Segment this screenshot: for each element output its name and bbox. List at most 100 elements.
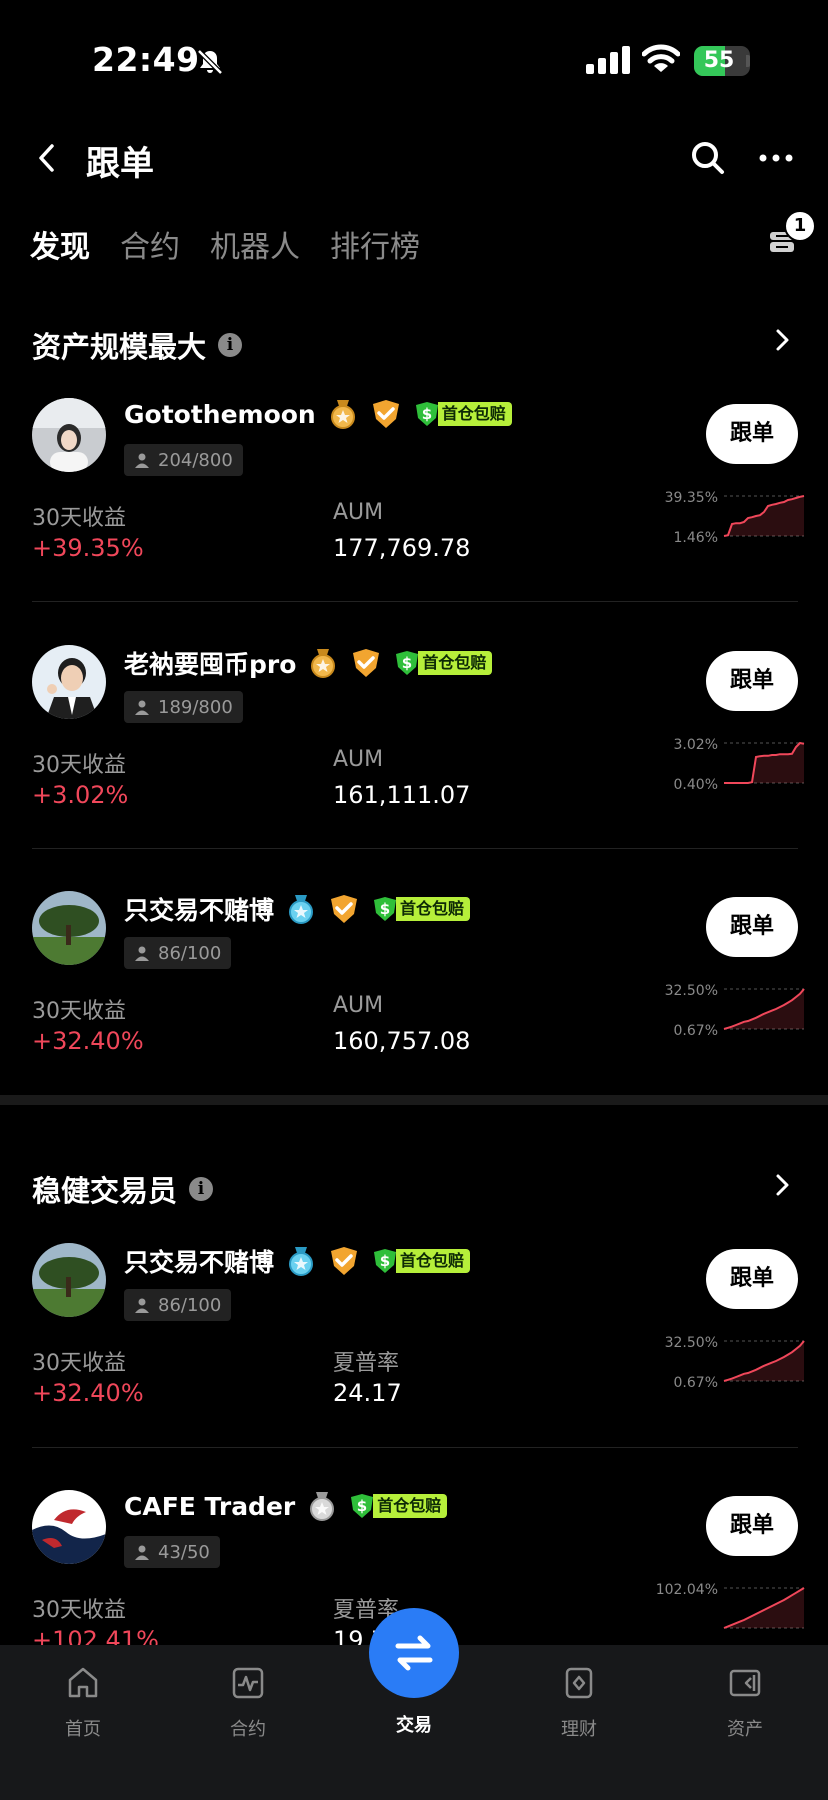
- follower-count-text: 189/800: [158, 696, 233, 718]
- follower-count: 43/50: [124, 1536, 220, 1568]
- follow-button[interactable]: 跟单: [706, 1496, 798, 1556]
- trader-name[interactable]: CAFE Trader: [124, 1492, 295, 1521]
- avatar[interactable]: [32, 1490, 106, 1564]
- spark-low-label: 0.67%: [673, 1375, 718, 1391]
- metric-label: AUM: [333, 747, 384, 772]
- battery-indicator: 55: [694, 46, 750, 76]
- return-label: 30天收益: [32, 999, 126, 1024]
- medal-icon: [289, 1247, 314, 1276]
- trader-name[interactable]: 老衲要囤币pro: [124, 645, 296, 681]
- spark-high-label: 102.04%: [655, 1582, 718, 1598]
- guarantee-badge: $ 首仓包赔: [414, 401, 512, 427]
- verified-shield-icon: [331, 895, 358, 923]
- trade-fab-button[interactable]: [369, 1608, 459, 1698]
- avatar[interactable]: [32, 891, 106, 965]
- trader-name-row: Gotothemoon $ 首仓包赔: [124, 398, 512, 430]
- return-value: +39.35%: [32, 534, 144, 562]
- trader-name-row: 只交易不赌博 $ 首仓包赔: [124, 1243, 471, 1279]
- svg-text:$: $: [380, 900, 390, 918]
- trader-card[interactable]: Gotothemoon $ 首仓包赔 204/800 跟单 30天收益 +39.35% AUM…: [0, 398, 828, 638]
- medal-icon: [289, 895, 314, 924]
- trader-name-row: 老衲要囤币pro $ 首仓包赔: [124, 645, 493, 681]
- spark-high-label: 32.50%: [664, 983, 718, 999]
- follower-count: 86/100: [124, 1289, 232, 1321]
- trader-name[interactable]: 只交易不赌博: [124, 1243, 274, 1279]
- dollar-shield-icon: $: [351, 1494, 374, 1518]
- follower-count: 189/800: [124, 691, 243, 723]
- svg-text:$: $: [380, 1252, 390, 1270]
- metric-value: 24.17: [333, 1379, 402, 1407]
- return-value: +3.02%: [32, 781, 129, 809]
- spark-high-label: 3.02%: [673, 737, 718, 753]
- avatar[interactable]: [32, 645, 106, 719]
- finance-icon: [565, 1667, 593, 1699]
- verified-shield-icon: [331, 1247, 358, 1275]
- performance-sparkline: [723, 988, 805, 1030]
- return-value: +32.40%: [32, 1027, 144, 1055]
- medal-icon: [311, 649, 336, 678]
- info-icon[interactable]: i: [189, 1177, 214, 1201]
- dollar-shield-icon: $: [396, 651, 419, 675]
- follower-count: 86/100: [124, 937, 232, 969]
- info-icon[interactable]: i: [218, 333, 243, 357]
- tab-leaderboard[interactable]: 排行榜: [330, 222, 420, 266]
- battery-level: 55: [703, 48, 735, 73]
- spark-low-label: 1.46%: [673, 530, 718, 546]
- nav-home[interactable]: 首页: [38, 1665, 128, 1741]
- tab-discover[interactable]: 发现: [30, 222, 90, 266]
- sparkline-container: 102.04%: [656, 1582, 805, 1646]
- wallet-icon: [729, 1669, 761, 1697]
- return-label: 30天收益: [32, 753, 126, 778]
- dollar-shield-icon: $: [415, 402, 438, 426]
- nav-futures[interactable]: 合约: [203, 1665, 293, 1741]
- more-options-icon[interactable]: [758, 152, 794, 164]
- guarantee-badge: $ 首仓包赔: [372, 1248, 471, 1274]
- guarantee-label: 首仓包赔: [396, 897, 471, 921]
- follow-button[interactable]: 跟单: [706, 1249, 798, 1309]
- trader-card[interactable]: 老衲要囤币pro $ 首仓包赔 189/800 跟单 30天收益 +3.02% AUM 161,…: [0, 645, 828, 885]
- nav-home-label: 首页: [65, 1719, 101, 1740]
- dollar-shield-icon: $: [374, 1249, 397, 1273]
- home-icon: [68, 1667, 98, 1698]
- chevron-right-icon[interactable]: [774, 327, 792, 353]
- spark-high-label: 32.50%: [664, 1335, 718, 1351]
- return-label: 30天收益: [32, 1351, 126, 1376]
- metric-value: 160,757.08: [333, 1027, 471, 1055]
- svg-text:$: $: [357, 1497, 367, 1515]
- guarantee-label: 首仓包赔: [373, 1494, 448, 1518]
- chevron-right-icon[interactable]: [774, 1172, 792, 1198]
- spark-high-label: 39.35%: [664, 490, 718, 506]
- performance-sparkline: [723, 1587, 805, 1629]
- medal-icon: [330, 400, 355, 429]
- trader-name[interactable]: 只交易不赌博: [124, 891, 274, 927]
- guarantee-badge: $ 首仓包赔: [349, 1493, 448, 1519]
- search-icon[interactable]: [690, 140, 726, 176]
- medal-icon: [310, 1492, 335, 1521]
- return-value: +32.40%: [32, 1379, 144, 1407]
- follower-count: 204/800: [124, 444, 243, 476]
- metric-label: AUM: [333, 500, 384, 525]
- tab-futures[interactable]: 合约: [120, 222, 180, 266]
- card-divider: [32, 848, 798, 849]
- follower-count-text: 86/100: [158, 1294, 222, 1316]
- nav-trade[interactable]: 交易: [369, 1711, 459, 1737]
- return-label: 30天收益: [32, 506, 126, 531]
- verified-shield-icon: [353, 649, 380, 677]
- metric-value: 161,111.07: [333, 781, 471, 809]
- nav-futures-label: 合约: [230, 1719, 266, 1740]
- back-arrow-icon[interactable]: [34, 140, 60, 176]
- card-divider: [32, 601, 798, 602]
- dollar-shield-icon: $: [374, 897, 397, 921]
- trader-name[interactable]: Gotothemoon: [124, 400, 316, 429]
- tab-bots[interactable]: 机器人: [210, 222, 300, 266]
- follow-button[interactable]: 跟单: [706, 651, 798, 711]
- nav-assets-label: 资产: [727, 1719, 763, 1740]
- avatar[interactable]: [32, 1243, 106, 1317]
- nav-finance[interactable]: 理财: [534, 1665, 624, 1741]
- nav-assets[interactable]: 资产: [700, 1665, 790, 1741]
- avatar[interactable]: [32, 398, 106, 472]
- guarantee-badge: $ 首仓包赔: [394, 650, 493, 676]
- follow-button[interactable]: 跟单: [706, 404, 798, 464]
- follow-button[interactable]: 跟单: [706, 897, 798, 957]
- wifi-icon: [642, 44, 680, 72]
